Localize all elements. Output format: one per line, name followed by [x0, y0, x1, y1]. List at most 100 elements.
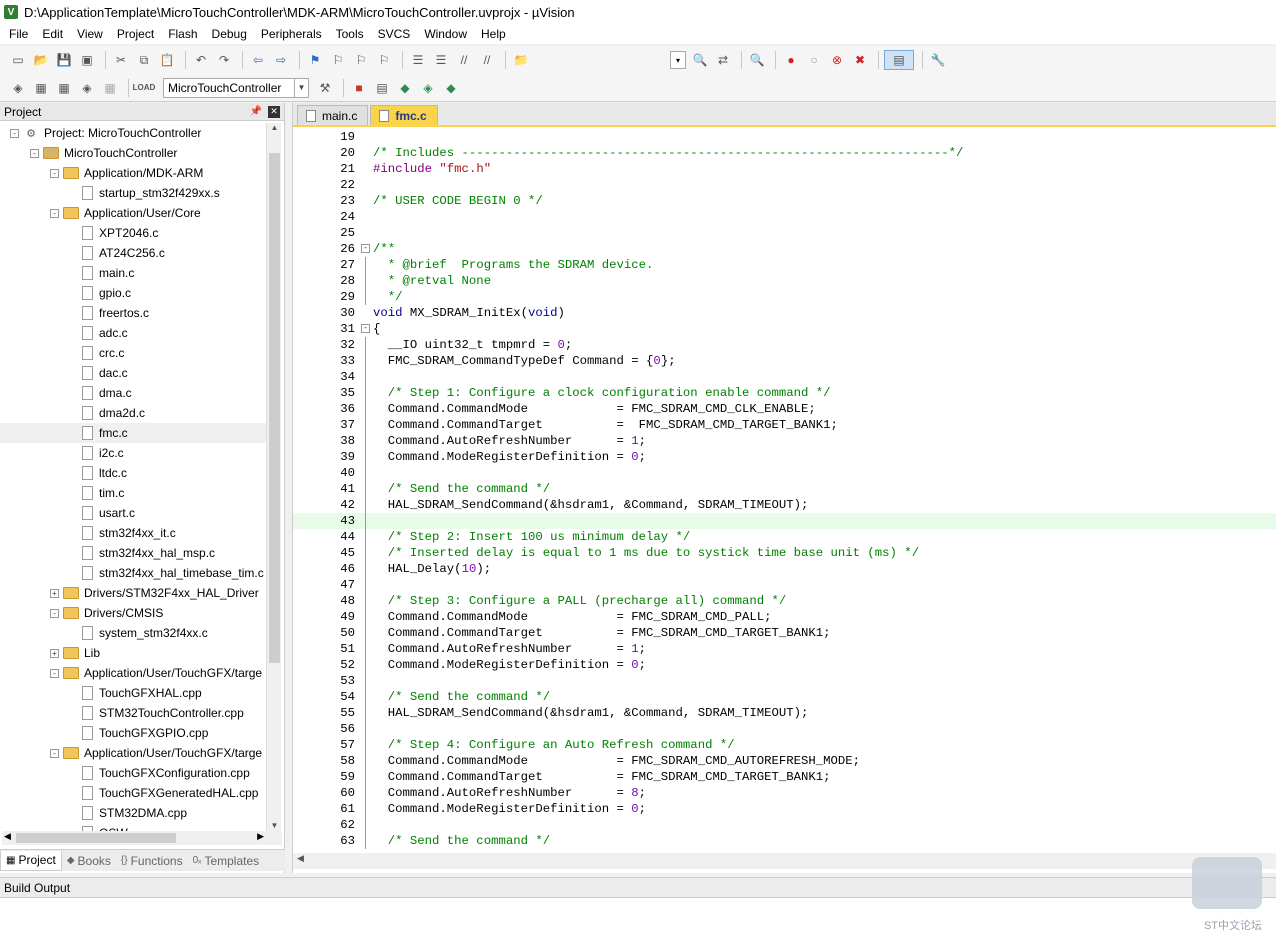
- pin-icon[interactable]: 📌: [250, 106, 262, 118]
- scrollbar-thumb[interactable]: [269, 153, 280, 663]
- find-in-files-icon[interactable]: 📁: [511, 50, 531, 70]
- rebuild-icon[interactable]: ▦: [54, 78, 74, 98]
- stop-build-icon[interactable]: ▦: [100, 78, 120, 98]
- tree-file-item[interactable]: freertos.c: [0, 303, 266, 323]
- tree-file-item[interactable]: stm32f4xx_hal_msp.c: [0, 543, 266, 563]
- tree-file-item[interactable]: gpio.c: [0, 283, 266, 303]
- fold-collapse-icon[interactable]: -: [361, 324, 370, 333]
- next-bookmark-icon[interactable]: ⚐: [351, 50, 371, 70]
- tree-file-item[interactable]: TouchGFXGPIO.cpp: [0, 723, 266, 743]
- tree-file-item[interactable]: fmc.c: [0, 423, 266, 443]
- tree-file-item[interactable]: startup_stm32f429xx.s: [0, 183, 266, 203]
- project-tree-vscrollbar[interactable]: ▲ ▼: [266, 123, 281, 835]
- disable-all-breakpoints-icon[interactable]: ⊗: [827, 50, 847, 70]
- redo-icon[interactable]: ↷: [214, 50, 234, 70]
- translate-icon[interactable]: ◈: [8, 78, 28, 98]
- incremental-find-icon[interactable]: ⇄: [713, 50, 733, 70]
- tree-file-item[interactable]: STM32TouchController.cpp: [0, 703, 266, 723]
- collapse-icon[interactable]: -: [10, 128, 19, 138]
- tab-books[interactable]: ◆ Books: [62, 851, 116, 871]
- menu-view[interactable]: View: [72, 27, 108, 41]
- editor-tab-fmc-c[interactable]: fmc.c: [370, 105, 438, 125]
- collapse-icon[interactable]: -: [50, 208, 59, 218]
- menu-edit[interactable]: Edit: [37, 27, 68, 41]
- editor-tab-main-c[interactable]: main.c: [297, 105, 369, 125]
- tree-folder-item[interactable]: - Drivers/CMSIS: [0, 603, 266, 623]
- tree-file-item[interactable]: system_stm32f4xx.c: [0, 623, 266, 643]
- tree-folder-item[interactable]: - Application/MDK-ARM: [0, 163, 266, 183]
- collapse-icon[interactable]: -: [50, 748, 59, 758]
- tree-folder-item[interactable]: - Application/User/Core: [0, 203, 266, 223]
- target-select[interactable]: MicroTouchController ▼: [163, 77, 309, 98]
- scrollbar-thumb[interactable]: [16, 833, 176, 843]
- tree-file-item[interactable]: TouchGFXHAL.cpp: [0, 683, 266, 703]
- tree-file-item[interactable]: STM32DMA.cpp: [0, 803, 266, 823]
- tree-file-item[interactable]: crc.c: [0, 343, 266, 363]
- tree-folder-item[interactable]: - Application/User/TouchGFX/targe: [0, 743, 266, 763]
- code-editor[interactable]: 19 20 /* Includes ------------------------…: [293, 129, 1276, 851]
- expand-icon[interactable]: +: [50, 648, 59, 658]
- tree-file-item[interactable]: i2c.c: [0, 443, 266, 463]
- menu-debug[interactable]: Debug: [207, 27, 252, 41]
- menu-window[interactable]: Window: [419, 27, 472, 41]
- menu-project[interactable]: Project: [112, 27, 159, 41]
- tree-folder-item[interactable]: + Lib: [0, 643, 266, 663]
- save-all-icon[interactable]: ▣: [77, 50, 97, 70]
- tree-file-item[interactable]: stm32f4xx_hal_timebase_tim.c: [0, 563, 266, 583]
- select-packs-icon[interactable]: ▤: [372, 78, 392, 98]
- tree-folder-item[interactable]: + Drivers/STM32F4xx_HAL_Driver: [0, 583, 266, 603]
- tree-file-item[interactable]: dac.c: [0, 363, 266, 383]
- target-options-icon[interactable]: ⚒: [315, 78, 335, 98]
- indent-icon[interactable]: ☰: [408, 50, 428, 70]
- bookmark-icon[interactable]: ⚑: [305, 50, 325, 70]
- save-icon[interactable]: 💾: [54, 50, 74, 70]
- scroll-left-icon[interactable]: ◀: [297, 853, 304, 864]
- tree-file-item[interactable]: usart.c: [0, 503, 266, 523]
- comment-icon[interactable]: //: [454, 50, 474, 70]
- tree-file-item[interactable]: dma.c: [0, 383, 266, 403]
- cut-icon[interactable]: ✂: [111, 50, 131, 70]
- tree-file-item[interactable]: tim.c: [0, 483, 266, 503]
- menu-file[interactable]: File: [4, 27, 33, 41]
- event-recorder-icon[interactable]: ◆: [441, 78, 461, 98]
- open-folder-icon[interactable]: 📂: [31, 50, 51, 70]
- tab-project[interactable]: ▦ Project: [0, 850, 62, 871]
- collapse-icon[interactable]: -: [50, 668, 59, 678]
- project-tree-hscrollbar[interactable]: ◀ ▶: [2, 831, 282, 845]
- tab-templates[interactable]: 0ₓ Templates: [188, 851, 265, 871]
- collapse-icon[interactable]: -: [50, 168, 59, 178]
- tree-folder-item[interactable]: - Application/User/TouchGFX/targe: [0, 663, 266, 683]
- close-icon[interactable]: ✕: [268, 105, 280, 118]
- manage-project-items-icon[interactable]: ■: [349, 78, 369, 98]
- tab-functions[interactable]: {} Functions: [116, 851, 188, 871]
- tree-file-item[interactable]: OSW: [0, 823, 266, 831]
- tree-folder-item[interactable]: - MicroTouchController: [0, 143, 266, 163]
- navigate-back-icon[interactable]: ⇦: [248, 50, 268, 70]
- kill-breakpoints-icon[interactable]: ✖: [850, 50, 870, 70]
- new-file-icon[interactable]: ▭: [8, 50, 28, 70]
- menu-flash[interactable]: Flash: [163, 27, 202, 41]
- debug-session-icon[interactable]: 🔍: [747, 50, 767, 70]
- menu-svcs[interactable]: SVCS: [373, 27, 416, 41]
- find-icon[interactable]: 🔍: [690, 50, 710, 70]
- tree-file-item[interactable]: XPT2046.c: [0, 223, 266, 243]
- menu-tools[interactable]: Tools: [331, 27, 369, 41]
- tree-file-item[interactable]: TouchGFXGeneratedHAL.cpp: [0, 783, 266, 803]
- collapse-icon[interactable]: -: [50, 608, 59, 618]
- batch-build-icon[interactable]: ◈: [77, 78, 97, 98]
- prev-bookmark-icon[interactable]: ⚐: [328, 50, 348, 70]
- menu-help[interactable]: Help: [476, 27, 511, 41]
- fold-collapse-icon[interactable]: -: [361, 244, 370, 253]
- tree-file-item[interactable]: ltdc.c: [0, 463, 266, 483]
- scroll-up-icon[interactable]: ▲: [267, 123, 282, 137]
- tree-file-item[interactable]: stm32f4xx_it.c: [0, 523, 266, 543]
- expand-icon[interactable]: +: [50, 588, 59, 598]
- tree-file-item[interactable]: dma2d.c: [0, 403, 266, 423]
- clear-bookmarks-icon[interactable]: ⚐: [374, 50, 394, 70]
- configure-icon[interactable]: 🔧: [928, 50, 948, 70]
- tree-folder-item[interactable]: - ⚙ Project: MicroTouchController: [0, 123, 266, 143]
- navigate-forward-icon[interactable]: ⇨: [271, 50, 291, 70]
- undo-icon[interactable]: ↶: [191, 50, 211, 70]
- disable-breakpoint-icon[interactable]: ○: [804, 50, 824, 70]
- window-layout-icon[interactable]: ▤: [884, 50, 914, 70]
